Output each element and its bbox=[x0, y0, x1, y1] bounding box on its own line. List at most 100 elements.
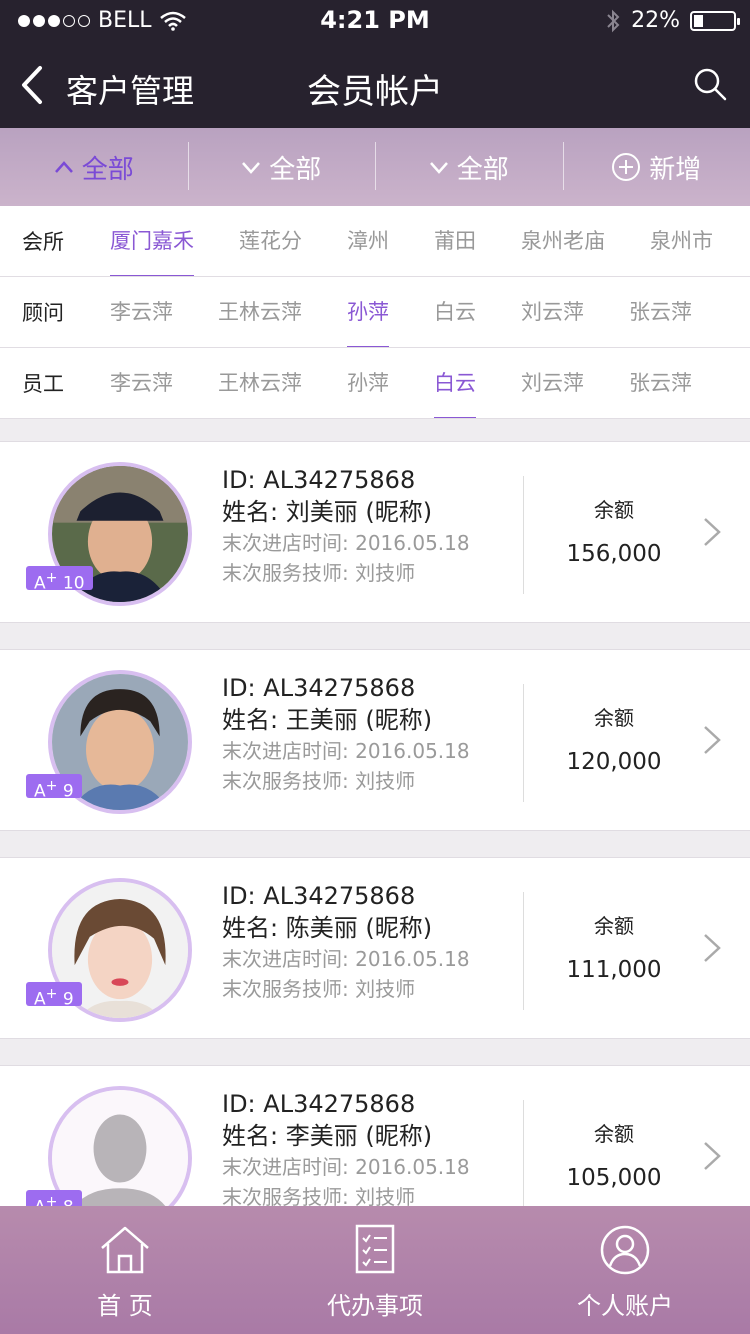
last-visit: 末次进店时间: 2016.05.18 bbox=[222, 947, 470, 971]
consultant-option[interactable]: 白云 bbox=[434, 277, 476, 347]
consultant-option[interactable]: 张云萍 bbox=[629, 277, 692, 347]
battery-icon bbox=[690, 10, 740, 31]
member-name: 姓名: 王美丽 (昵称) bbox=[222, 706, 433, 734]
balance-value: 120,000 bbox=[566, 749, 662, 775]
search-icon[interactable] bbox=[692, 66, 728, 102]
consultant-option[interactable]: 孙萍 bbox=[347, 277, 389, 347]
staff-option[interactable]: 张云萍 bbox=[629, 348, 692, 418]
tab-label: 首 页 bbox=[97, 1292, 153, 1320]
balance-label: 余额 bbox=[594, 1122, 634, 1146]
filter-dropdown-1[interactable]: 全部 bbox=[0, 128, 188, 206]
filter-label: 全部 bbox=[269, 154, 322, 185]
staff-option[interactable]: 刘云萍 bbox=[521, 348, 584, 418]
balance: 余额 105,000 bbox=[524, 1118, 704, 1191]
staff-option[interactable]: 孙萍 bbox=[347, 348, 389, 418]
top-bar: BELL 4:21 PM 22% 客户管理 会员帐户 bbox=[0, 0, 750, 128]
add-new-label: 新增 bbox=[649, 154, 702, 185]
staff-option[interactable]: 白云 bbox=[434, 348, 476, 418]
level-badge: A+ 9 bbox=[26, 774, 82, 802]
page-title: 会员帐户 bbox=[307, 72, 443, 112]
member-info: ID: AL34275868 姓名: 王美丽 (昵称) 末次进店时间: 2016… bbox=[222, 672, 512, 796]
tab-account[interactable]: 个人账户 bbox=[500, 1206, 750, 1334]
chevron-down-icon bbox=[242, 162, 261, 174]
club-option[interactable]: 泉州市 bbox=[650, 206, 713, 276]
consultant-option[interactable]: 李云萍 bbox=[110, 277, 173, 347]
club-option[interactable]: 漳州 bbox=[347, 206, 389, 276]
member-name: 姓名: 陈美丽 (昵称) bbox=[222, 914, 433, 942]
chevron-right-icon[interactable] bbox=[702, 932, 722, 964]
balance-value: 111,000 bbox=[566, 957, 662, 983]
member-id: ID: AL34275868 bbox=[222, 882, 416, 910]
member-id: ID: AL34275868 bbox=[222, 466, 416, 494]
balance: 余额 120,000 bbox=[524, 702, 704, 775]
last-technician: 末次服务技师: 刘技师 bbox=[222, 769, 416, 793]
last-technician: 末次服务技师: 刘技师 bbox=[222, 561, 416, 585]
member-name: 姓名: 李美丽 (昵称) bbox=[222, 1122, 433, 1150]
balance: 余额 111,000 bbox=[524, 910, 704, 983]
member-list: A+ 10 ID: AL34275868 姓名: 刘美丽 (昵称) 末次进店时间… bbox=[0, 420, 750, 1206]
member-name: 姓名: 刘美丽 (昵称) bbox=[222, 498, 433, 526]
staff-row: 员工 李云萍 王林云萍 孙萍 白云 刘云萍 张云萍 bbox=[0, 348, 750, 419]
last-visit: 末次进店时间: 2016.05.18 bbox=[222, 531, 470, 555]
row-label: 员工 bbox=[22, 372, 64, 396]
club-option[interactable]: 莲花分 bbox=[239, 206, 302, 276]
staff-option[interactable]: 李云萍 bbox=[110, 348, 173, 418]
home-icon bbox=[101, 1226, 149, 1274]
level-badge: A+ 10 bbox=[26, 566, 93, 594]
filter-dropdown-2[interactable]: 全部 bbox=[187, 128, 376, 206]
plus-circle-icon bbox=[612, 153, 641, 181]
checklist-icon bbox=[355, 1224, 395, 1274]
chevron-right-icon[interactable] bbox=[702, 516, 722, 548]
row-label: 顾问 bbox=[22, 301, 64, 325]
consultant-option[interactable]: 刘云萍 bbox=[521, 277, 584, 347]
filter-bar: 全部 全部 全部 新增 bbox=[0, 128, 750, 206]
battery-percent: 22% bbox=[631, 8, 680, 33]
tab-home[interactable]: 首 页 bbox=[0, 1206, 250, 1334]
filter-dropdown-3[interactable]: 全部 bbox=[375, 128, 563, 206]
club-row: 会所 厦门嘉禾 莲花分 漳州 莆田 泉州老庙 泉州市 bbox=[0, 206, 750, 277]
member-id: ID: AL34275868 bbox=[222, 674, 416, 702]
member-card[interactable]: A+ 9 ID: AL34275868 姓名: 陈美丽 (昵称) 末次进店时间:… bbox=[0, 857, 750, 1039]
balance-value: 105,000 bbox=[566, 1165, 662, 1191]
filter-label: 全部 bbox=[81, 154, 134, 185]
bottom-tab-bar: 首 页 代办事项 个人账户 bbox=[0, 1206, 750, 1334]
level-badge: A+ 8 bbox=[26, 1190, 82, 1206]
chevron-down-icon bbox=[429, 162, 448, 174]
club-option[interactable]: 泉州老庙 bbox=[521, 206, 605, 276]
tab-label: 代办事项 bbox=[327, 1292, 423, 1320]
filter-label: 全部 bbox=[456, 154, 509, 185]
member-card[interactable]: A+ 10 ID: AL34275868 姓名: 刘美丽 (昵称) 末次进店时间… bbox=[0, 441, 750, 623]
club-option[interactable]: 厦门嘉禾 bbox=[110, 206, 194, 276]
last-visit: 末次进店时间: 2016.05.18 bbox=[222, 739, 470, 763]
balance-label: 余额 bbox=[594, 498, 634, 522]
add-new-button[interactable]: 新增 bbox=[562, 128, 750, 206]
member-info: ID: AL34275868 姓名: 李美丽 (昵称) 末次进店时间: 2016… bbox=[222, 1088, 512, 1206]
avatar bbox=[48, 1086, 192, 1206]
balance-value: 156,000 bbox=[566, 541, 662, 567]
tab-todo[interactable]: 代办事项 bbox=[250, 1206, 500, 1334]
last-technician: 末次服务技师: 刘技师 bbox=[222, 977, 416, 1001]
last-visit: 末次进店时间: 2016.05.18 bbox=[222, 1155, 470, 1179]
bluetooth-icon bbox=[607, 9, 620, 32]
consultant-row: 顾问 李云萍 王林云萍 孙萍 白云 刘云萍 张云萍 bbox=[0, 277, 750, 348]
user-icon bbox=[600, 1225, 650, 1275]
nav-bar: 客户管理 会员帐户 bbox=[0, 40, 750, 128]
chevron-right-icon[interactable] bbox=[702, 1140, 722, 1172]
staff-option[interactable]: 王林云萍 bbox=[218, 348, 302, 418]
category-filters: 会所 厦门嘉禾 莲花分 漳州 莆田 泉州老庙 泉州市 顾问 李云萍 王林云萍 孙… bbox=[0, 206, 750, 419]
last-technician: 末次服务技师: 刘技师 bbox=[222, 1185, 416, 1206]
status-bar: BELL 4:21 PM 22% bbox=[0, 0, 750, 40]
club-option[interactable]: 莆田 bbox=[434, 206, 476, 276]
row-label: 会所 bbox=[22, 230, 64, 254]
tab-label: 个人账户 bbox=[577, 1292, 673, 1320]
member-card[interactable]: A+ 9 ID: AL34275868 姓名: 王美丽 (昵称) 末次进店时间:… bbox=[0, 649, 750, 831]
member-info: ID: AL34275868 姓名: 陈美丽 (昵称) 末次进店时间: 2016… bbox=[222, 880, 512, 1004]
consultant-option[interactable]: 王林云萍 bbox=[218, 277, 302, 347]
balance-label: 余额 bbox=[594, 706, 634, 730]
member-card[interactable]: A+ 8 ID: AL34275868 姓名: 李美丽 (昵称) 末次进店时间:… bbox=[0, 1065, 750, 1206]
chevron-up-icon bbox=[54, 161, 73, 173]
balance: 余额 156,000 bbox=[524, 494, 704, 567]
member-id: ID: AL34275868 bbox=[222, 1090, 416, 1118]
balance-label: 余额 bbox=[594, 914, 634, 938]
chevron-right-icon[interactable] bbox=[702, 724, 722, 756]
